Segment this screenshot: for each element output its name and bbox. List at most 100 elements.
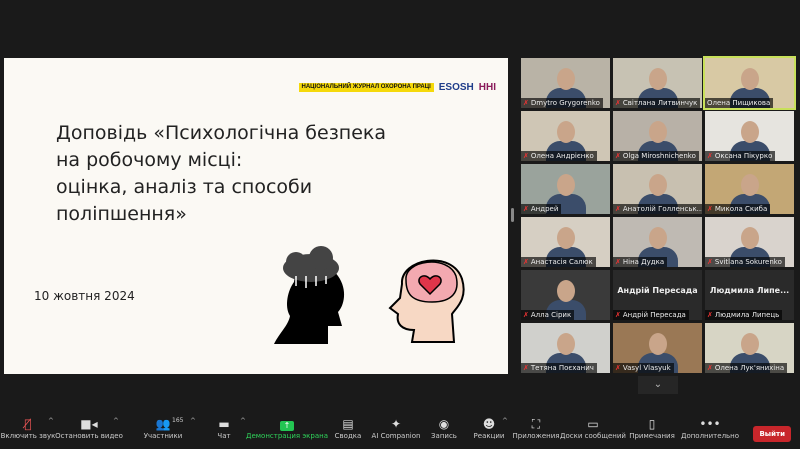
resize-handle[interactable] [511,208,514,222]
participant-name-label: ✗ Анастасія Салюк [521,257,596,267]
slide-logos: НАЦІОНАЛЬНИЙ ЖУРНАЛ ОХОРОНА ПРАЦІ ESOSH … [298,82,496,93]
participant-tile[interactable]: ✗ Анастасія Салюк [521,217,610,267]
share-arrow-icon: ↑ [280,421,294,431]
chat-options-caret[interactable]: ^ [240,417,246,425]
participant-name: Оксана Пікурко [714,152,773,160]
participant-tile[interactable]: ✗ Vasyl Vlasyuk [613,323,702,373]
participant-name: Олена Пищикова [707,99,771,107]
participant-tile[interactable]: ✗ Dmytro Grygorenko [521,58,610,108]
participant-tile[interactable]: ✗ Olga Miroshnichenko [613,111,702,161]
muted-mic-icon: ✗ [523,364,529,372]
participant-tile[interactable]: ✗ Тетяна Поєханич [521,323,610,373]
whiteboards-button[interactable]: ▭ Доски сообщений [560,417,626,440]
participant-name: Андрій Пересада [622,311,686,319]
participant-name: Ніна Дудка [622,258,665,266]
participant-name-label: ✗ Svitlana Sokurenko [705,257,785,267]
muted-mic-icon: ✗ [707,364,713,372]
summary-button[interactable]: ▤ Сводка [335,417,362,440]
muted-mic-icon: ✗ [707,311,713,319]
participant-name: Анастасія Салюк [530,258,593,266]
participant-name: Олена Лук'янихіна [714,364,785,372]
audio-options-caret[interactable]: ^ [48,417,54,425]
participant-tile[interactable]: ✗ Svitlana Sokurenko [705,217,794,267]
participant-name: Світлана Литвинчук [622,99,698,107]
participant-tile[interactable]: ✗ Алла Сірик [521,270,610,320]
muted-mic-icon: ✗ [615,205,621,213]
more-dots-icon: ••• [699,417,721,431]
participants-options-caret[interactable]: ^ [190,417,196,425]
participant-tile[interactable]: Андрій Пересада ✗ Андрій Пересада [613,270,702,320]
more-button[interactable]: ••• Дополнительно [681,417,739,440]
muted-mic-icon: ✗ [615,99,621,107]
muted-mic-icon: ✗ [707,152,713,160]
participant-tile[interactable]: Людмила Липе... ✗ Людмила Липець [705,270,794,320]
participant-display-name: Людмила Липе... [709,286,790,295]
shared-slide: НАЦІОНАЛЬНИЙ ЖУРНАЛ ОХОРОНА ПРАЦІ ESOSH … [4,58,508,374]
participant-tile[interactable]: ✗ Анатолій Голленськ... [613,164,702,214]
video-options-caret[interactable]: ^ [113,417,119,425]
participant-name: Андрей [530,205,559,213]
reactions-button[interactable]: ☻ Реакции [474,417,505,440]
smiley-icon: ☻ [482,417,496,431]
record-button[interactable]: ◉ Запись [431,417,457,440]
muted-mic-icon: ✗ [523,205,529,213]
participant-tile[interactable]: ✗ Олена Андрієнко [521,111,610,161]
slide-date: 10 жовтня 2024 [34,289,135,303]
record-icon: ◉ [438,417,450,431]
participant-name-label: ✗ Андрій Пересада [613,310,689,320]
participant-name: Микола Скиба [714,205,768,213]
share-screen-button[interactable]: ↑ Демонстрация экрана [246,417,328,440]
participant-name-label: ✗ Микола Скиба [705,204,771,214]
participant-name-label: ✗ Світлана Литвинчук [613,98,701,108]
participant-display-name: Андрій Пересада [617,286,698,295]
muted-mic-icon: ✗ [523,258,529,266]
whiteboard-icon: ▭ [587,417,599,431]
muted-mic-icon: ✗ [523,99,529,107]
participant-name-label: ✗ Андрей [521,204,562,214]
participant-tile[interactable]: ✗ Микола Скиба [705,164,794,214]
apps-button[interactable]: ⛶ Приложения [513,417,560,440]
participant-name: Svitlana Sokurenko [714,258,782,266]
sad-head-cloud-icon [274,246,345,344]
muted-mic-icon: ✗ [615,364,621,372]
participant-name-label: ✗ Тетяна Поєханич [521,363,597,373]
participant-tile[interactable]: Олена Пищикова [703,56,796,110]
meeting-toolbar: 🎙̸ Включить звук ^ ■◂ Остановить видео ^ 👥… [0,413,800,449]
participant-name-label: ✗ Олена Лук'янихіна [705,363,788,373]
participant-name: Dmytro Grygorenko [530,99,600,107]
participant-name: Тетяна Поєханич [530,364,594,372]
participant-name-label: ✗ Оксана Пікурко [705,151,776,161]
participant-name-label: ✗ Людмила Липець [705,310,783,320]
participant-tile[interactable]: ✗ Ніна Дудка [613,217,702,267]
participant-name-label: ✗ Алла Сірик [521,310,575,320]
slide-title: Доповідь «Психологічна безпека на робочо… [56,122,387,225]
leave-button[interactable]: Выйти [753,426,791,442]
notes-button[interactable]: ▯ Примечания [629,417,675,440]
participant-tile[interactable]: ✗ Андрей [521,164,610,214]
participant-name: Алла Сірик [530,311,572,319]
participant-name-label: ✗ Ніна Дудка [613,257,668,267]
muted-mic-icon: ✗ [615,311,621,319]
participant-name-label: ✗ Анатолій Голленськ... [613,204,702,214]
participant-name-label: ✗ Vasyl Vlasyuk [613,363,674,373]
participants-count: 165 [172,417,184,424]
participant-name-label: ✗ Olga Miroshnichenko [613,151,699,161]
participant-tile[interactable]: ✗ Світлана Литвинчук [613,58,702,108]
participant-name: Анатолій Голленськ... [622,205,702,213]
participant-tile[interactable]: ✗ Олена Лук'янихіна [705,323,794,373]
reactions-options-caret[interactable]: ^ [502,417,508,425]
participant-tile[interactable]: ✗ Оксана Пікурко [705,111,794,161]
muted-mic-icon: ✗ [523,152,529,160]
brain-heart-icon [388,259,465,343]
gallery-next-page-button[interactable]: ⌄ [638,376,678,394]
participant-name: Людмила Липець [714,311,780,319]
participant-name-label: Олена Пищикова [705,98,774,108]
chat-button[interactable]: ▬ Чат [217,417,230,440]
participant-gallery: ✗ Dmytro Grygorenko ✗ Світлана Литвинчук Оле… [521,56,796,373]
participant-name: Олена Андрієнко [530,152,594,160]
logo-esosh: ESOSH [438,82,474,93]
apps-icon: ⛶ [531,417,541,431]
muted-mic-icon: ✗ [523,311,529,319]
muted-mic-icon: ✗ [615,258,621,266]
ai-companion-button[interactable]: ✦ AI Companion [372,417,421,440]
